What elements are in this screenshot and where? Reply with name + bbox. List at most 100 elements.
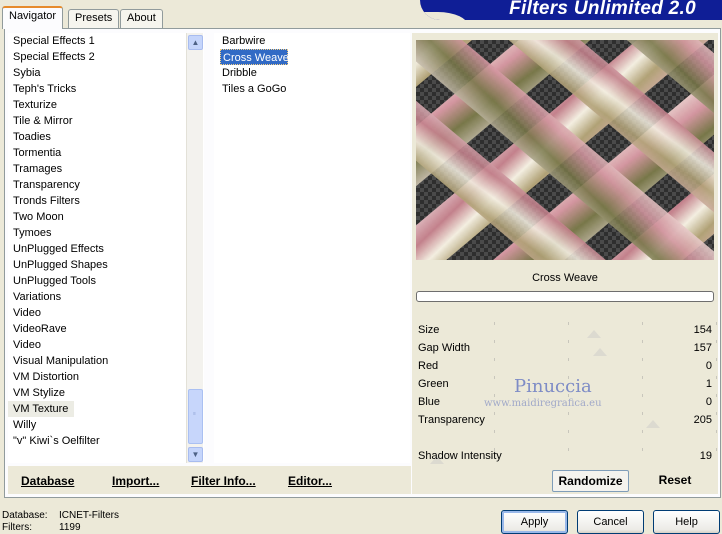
slider-tick <box>716 448 717 451</box>
tab-presets[interactable]: Presets <box>68 9 120 28</box>
category-item[interactable]: UnPlugged Shapes <box>8 257 204 273</box>
slider-tick <box>568 412 569 415</box>
bottom-toolbar: Database Import... Filter Info... Editor… <box>8 466 411 494</box>
slider-arrow-icon[interactable] <box>646 420 660 428</box>
filter-list[interactable]: Barbwire Cross Weave Dribble Tiles a GoGo <box>214 33 410 463</box>
slider-arrow-icon[interactable] <box>593 348 607 356</box>
banner-title: Filters Unlimited 2.0 <box>509 0 696 19</box>
category-item[interactable]: Visual Manipulation <box>8 353 204 369</box>
category-item[interactable]: Willy <box>8 417 204 433</box>
slider-tick <box>568 430 569 433</box>
filter-item[interactable]: Barbwire <box>214 33 410 49</box>
scroll-down-button[interactable]: ▼ <box>188 447 203 462</box>
category-item[interactable]: Teph's Tricks <box>8 81 204 97</box>
cancel-button[interactable]: Cancel <box>577 510 644 534</box>
parameter-row[interactable]: Gap Width 157 <box>416 340 717 358</box>
status-filters-count: 1199 <box>59 522 81 533</box>
category-item[interactable]: Sybia <box>8 65 204 81</box>
watermark-url: www.maidiregrafica.eu <box>484 398 602 409</box>
category-item[interactable]: VideoRave <box>8 321 204 337</box>
status-database-label: Database: <box>2 510 48 521</box>
slider-arrow-icon[interactable] <box>587 330 601 338</box>
slider-tick <box>568 322 569 325</box>
category-list[interactable]: Special Effects 1 Special Effects 2 Sybia T… <box>8 33 204 463</box>
category-item[interactable]: Variations <box>8 289 204 305</box>
progress-bar <box>416 291 714 302</box>
apply-button[interactable]: Apply <box>501 510 568 534</box>
editor-button[interactable]: Editor... <box>288 474 332 488</box>
category-item[interactable]: UnPlugged Tools <box>8 273 204 289</box>
parameter-row[interactable]: Size 154 <box>416 322 717 340</box>
category-item[interactable]: Two Moon <box>8 209 204 225</box>
status-database-value: ICNET-Filters <box>59 510 119 521</box>
watermark-name: Pinuccia <box>514 376 592 397</box>
filter-item[interactable]: Cross Weave <box>220 49 289 65</box>
slider-tick <box>642 394 643 397</box>
category-item[interactable]: "v" Kiwi`s Oelfilter <box>8 433 204 449</box>
slider-tick <box>716 358 717 361</box>
tab-navigator[interactable]: Navigator <box>2 6 64 29</box>
parameter-value: 154 <box>693 324 712 336</box>
category-item[interactable]: Toadies <box>8 129 204 145</box>
slider-tick <box>716 430 717 433</box>
category-item[interactable]: VM Texture <box>8 401 74 417</box>
category-item[interactable]: Transparency <box>8 177 204 193</box>
tab-about[interactable]: About <box>120 9 163 28</box>
parameter-label: Green <box>418 378 449 390</box>
filter-info-button[interactable]: Filter Info... <box>191 474 256 488</box>
parameter-value: 0 <box>705 396 712 408</box>
category-item[interactable]: Tile & Mirror <box>8 113 204 129</box>
category-item[interactable]: Tronds Filters <box>8 193 204 209</box>
slider-tick <box>642 448 643 451</box>
preview-filter-name: Cross Weave <box>532 272 598 284</box>
category-item[interactable]: Video <box>8 337 204 353</box>
category-item[interactable]: Tymoes <box>8 225 204 241</box>
slider-tick <box>716 376 717 379</box>
slider-tick <box>494 340 495 343</box>
parameter-value: 19 <box>699 450 712 462</box>
slider-tick <box>568 340 569 343</box>
category-item[interactable]: Texturize <box>8 97 204 113</box>
filter-item[interactable]: Tiles a GoGo <box>214 81 410 97</box>
randomize-button[interactable]: Randomize <box>552 470 629 492</box>
parameter-label: Shadow Intensity <box>418 450 502 462</box>
parameter-row[interactable]: Shadow Intensity 19 <box>416 448 717 466</box>
slider-tick <box>642 412 643 415</box>
parameter-row[interactable] <box>416 430 717 448</box>
slider-tick <box>568 448 569 451</box>
status-filters-label: Filters: <box>2 522 32 533</box>
parameter-label: Red <box>418 360 439 372</box>
slider-tick <box>494 394 495 397</box>
category-item[interactable]: UnPlugged Effects <box>8 241 204 257</box>
title-banner: Filters Unlimited 2.0 <box>420 0 722 20</box>
category-item[interactable]: Tramages <box>8 161 204 177</box>
help-button[interactable]: Help <box>653 510 720 534</box>
category-item[interactable]: Video <box>8 305 204 321</box>
category-scrollbar[interactable]: ▲ ≡ ▼ <box>186 33 203 463</box>
grip-icon: ≡ <box>193 411 196 417</box>
parameter-value: 157 <box>693 342 712 354</box>
category-item[interactable]: VM Distortion <box>8 369 204 385</box>
category-item[interactable]: Special Effects 1 <box>8 33 204 49</box>
category-item[interactable]: VM Stylize <box>8 385 204 401</box>
slider-tick <box>494 358 495 361</box>
parameter-row[interactable]: Transparency 205 <box>416 412 717 430</box>
parameter-label: Gap Width <box>418 342 470 354</box>
parameter-label: Transparency <box>418 414 485 426</box>
parameter-row[interactable]: Red 0 <box>416 358 717 376</box>
slider-tick <box>642 358 643 361</box>
scroll-up-button[interactable]: ▲ <box>188 35 203 50</box>
category-item[interactable]: Special Effects 2 <box>8 49 204 65</box>
slider-tick <box>716 412 717 415</box>
category-item[interactable]: Tormentia <box>8 145 204 161</box>
database-button[interactable]: Database <box>21 474 74 488</box>
reset-button[interactable]: Reset <box>648 470 702 492</box>
slider-tick <box>642 340 643 343</box>
scroll-thumb[interactable]: ≡ <box>188 389 203 444</box>
slider-tick <box>642 376 643 379</box>
parameter-label: Blue <box>418 396 441 408</box>
slider-tick <box>568 358 569 361</box>
filter-item[interactable]: Dribble <box>214 65 410 81</box>
import-button[interactable]: Import... <box>112 474 159 488</box>
slider-tick <box>494 322 495 325</box>
